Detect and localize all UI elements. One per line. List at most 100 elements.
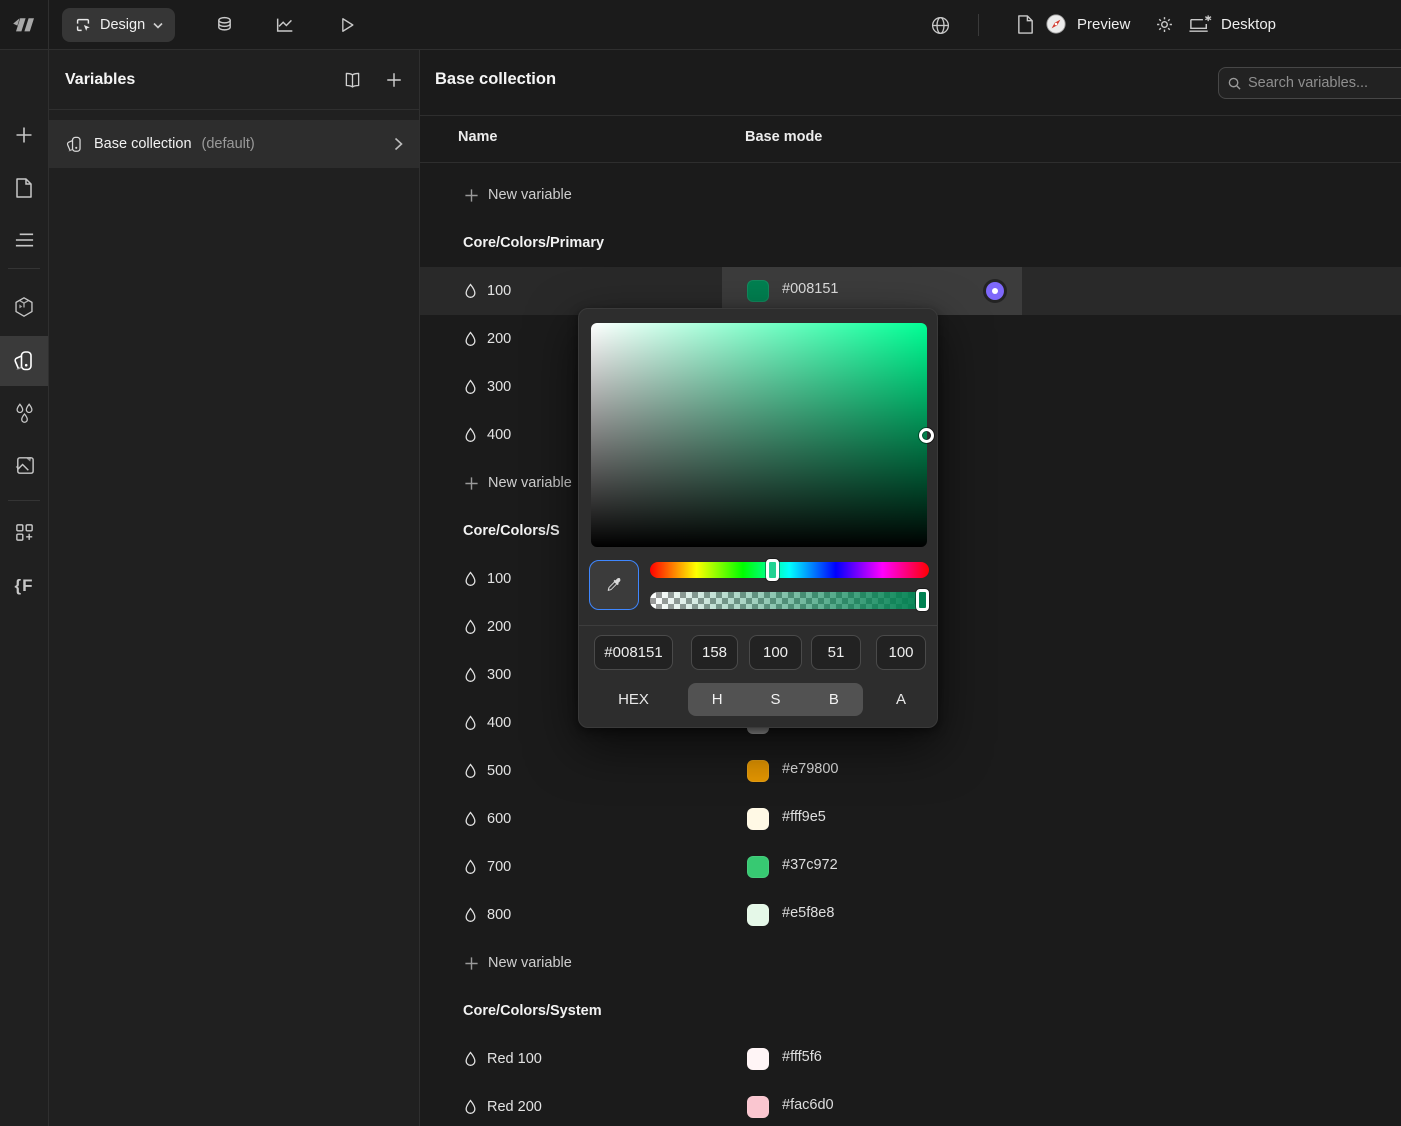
variable-row[interactable]: 800#e5f8e8 — [420, 891, 1401, 939]
hue-slider[interactable] — [650, 562, 929, 578]
topbar-divider — [978, 14, 979, 36]
alpha-value-input[interactable] — [876, 635, 926, 670]
webflow-designer-window: Design — [0, 0, 1401, 1126]
color-droplet-icon — [464, 571, 478, 587]
column-header-name: Name — [458, 129, 498, 145]
search-icon — [1228, 77, 1241, 90]
group-label: Core/Colors/Primary — [463, 235, 604, 251]
color-droplet-icon — [464, 331, 478, 347]
new-variable-label: New variable — [488, 475, 572, 491]
assets-icon[interactable] — [0, 441, 48, 489]
variables-panel-icon[interactable] — [0, 336, 48, 386]
variable-name: 300 — [487, 379, 511, 395]
variables-panel-header: Variables — [49, 50, 419, 110]
color-droplet-icon — [464, 619, 478, 635]
new-variable-label: New variable — [488, 955, 572, 971]
color-hex-value: #37c972 — [782, 857, 838, 873]
search-variables-input[interactable] — [1248, 75, 1401, 91]
alpha-slider[interactable] — [650, 592, 929, 609]
color-droplet-icon — [464, 427, 478, 443]
eyedropper-button[interactable] — [589, 560, 639, 610]
pages-icon[interactable] — [0, 164, 48, 212]
base-mode-cell[interactable]: #fff5f6 — [722, 1035, 1022, 1083]
variable-row[interactable]: Red 100#fff5f6 — [420, 1035, 1401, 1083]
color-droplet-icon — [464, 859, 478, 875]
design-mode-dropdown[interactable]: Design — [62, 8, 175, 42]
components-icon[interactable] — [0, 283, 48, 331]
play-icon[interactable] — [335, 13, 359, 37]
hex-value-input[interactable] — [594, 635, 673, 670]
color-swatch[interactable] — [747, 280, 769, 302]
variable-row[interactable]: Red 200 #fac6d0 — [420, 1083, 1401, 1126]
h-segment[interactable]: H — [688, 683, 746, 716]
alpha-slider-handle[interactable] — [916, 589, 929, 611]
variable-row[interactable]: 700#37c972 — [420, 843, 1401, 891]
mode-selected-indicator[interactable] — [986, 282, 1004, 300]
color-swatch[interactable] — [747, 808, 769, 830]
left-toolbar: {F — [0, 50, 49, 1126]
new-variable-button[interactable]: New variable — [420, 939, 1401, 987]
brightness-value-input[interactable] — [811, 635, 861, 670]
new-variable-button[interactable]: New variable — [420, 171, 1401, 219]
desktop-breakpoint-icon[interactable] — [1188, 13, 1213, 35]
apps-icon[interactable] — [0, 508, 48, 556]
publish-globe-icon[interactable] — [928, 13, 952, 37]
variable-name: 600 — [487, 811, 511, 827]
variable-name: 400 — [487, 715, 511, 731]
color-swatch[interactable] — [747, 1048, 769, 1070]
variable-row[interactable]: 500#e79800 — [420, 747, 1401, 795]
s-segment[interactable]: S — [746, 683, 804, 716]
color-swatch[interactable] — [747, 1096, 769, 1118]
hue-value-input[interactable] — [691, 635, 738, 670]
color-droplet-icon — [464, 715, 478, 731]
saturation-value-input[interactable] — [749, 635, 802, 670]
collection-default-suffix: (default) — [202, 136, 255, 152]
cms-database-icon[interactable] — [212, 13, 236, 37]
plus-icon — [464, 476, 479, 491]
analytics-icon[interactable] — [273, 13, 297, 37]
variable-group-header: Core/Colors/Primary — [420, 219, 1401, 267]
color-hex-value: #e79800 — [782, 761, 838, 777]
base-mode-cell[interactable]: #e79800 — [722, 747, 1022, 795]
color-swatch[interactable] — [747, 904, 769, 926]
variable-row[interactable]: 600 #fff9e5 — [420, 795, 1401, 843]
hex-mode-label[interactable]: HEX — [594, 683, 673, 716]
base-mode-cell[interactable]: #37c972 — [722, 843, 1022, 891]
styles-droplets-icon[interactable] — [0, 390, 48, 438]
color-swatch[interactable] — [747, 856, 769, 878]
panel-title: Variables — [65, 71, 342, 89]
color-hex-value: #fff9e5 — [782, 809, 826, 825]
settings-gear-icon[interactable] — [1154, 14, 1175, 35]
webflow-logo-icon[interactable] — [0, 0, 49, 50]
add-collection-icon[interactable] — [385, 71, 403, 89]
desktop-label[interactable]: Desktop — [1221, 16, 1276, 33]
preview-compass-icon[interactable] — [1045, 13, 1067, 35]
plus-icon — [464, 188, 479, 203]
alpha-mode-label[interactable]: A — [876, 683, 926, 716]
color-hex-value: #008151 — [782, 281, 838, 297]
color-hex-value: #e5f8e8 — [782, 905, 834, 921]
color-swatch[interactable] — [747, 760, 769, 782]
hue-slider-handle[interactable] — [766, 559, 779, 581]
saturation-brightness-area[interactable] — [591, 323, 927, 547]
search-variables-box[interactable] — [1218, 67, 1401, 99]
page-icon[interactable] — [1016, 14, 1035, 35]
saturation-brightness-handle[interactable] — [919, 428, 934, 443]
hsb-mode-toggle[interactable]: H S B — [688, 683, 863, 716]
b-segment[interactable]: B — [805, 683, 863, 716]
collection-swatchbook-icon — [65, 135, 84, 154]
table-title: Base collection — [435, 70, 556, 89]
color-hex-value: #fff5f6 — [782, 1049, 822, 1065]
base-mode-cell[interactable]: #fac6d0 — [722, 1083, 1022, 1126]
base-mode-cell[interactable]: #fff9e5 — [722, 795, 1022, 843]
color-droplet-icon — [464, 1099, 478, 1115]
collection-item-base-collection[interactable]: Base collection (default) — [49, 120, 419, 168]
add-element-icon[interactable] — [0, 111, 48, 159]
fonts-icon[interactable]: {F — [0, 562, 48, 610]
color-droplet-icon — [464, 907, 478, 923]
navigator-icon[interactable] — [0, 216, 48, 264]
preview-label[interactable]: Preview — [1077, 16, 1130, 33]
docs-book-icon[interactable] — [342, 71, 363, 89]
variable-name: Red 200 — [487, 1099, 542, 1115]
base-mode-cell[interactable]: #e5f8e8 — [722, 891, 1022, 939]
